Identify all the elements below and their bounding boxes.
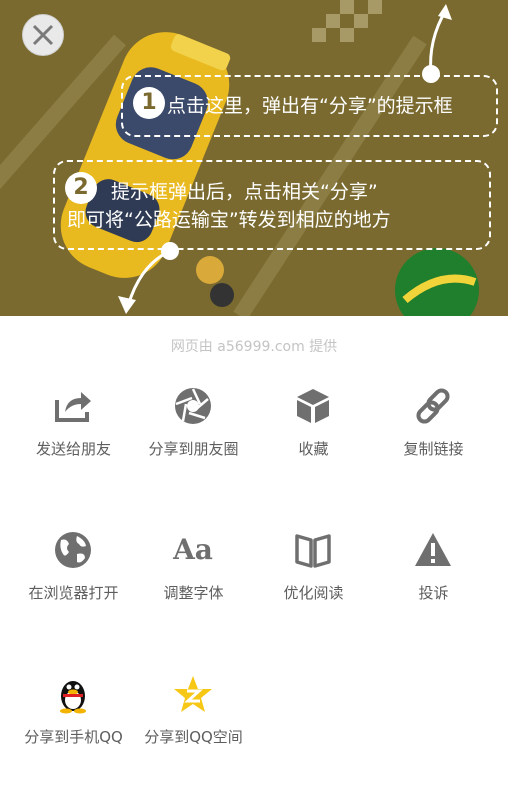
link-icon bbox=[416, 388, 450, 424]
share-moments-label: 分享到朋友圈 bbox=[148, 440, 239, 458]
qzone-star-icon bbox=[174, 676, 212, 712]
adjust-font-label: 调整字体 bbox=[163, 584, 224, 602]
share-mobile-qq-button[interactable]: 分享到手机QQ bbox=[10, 674, 137, 784]
tutorial-overlay: 1 点击这里，弹出有“分享”的提示框 2 提示框弹出后，点击相关“分享” 即可将… bbox=[0, 0, 508, 316]
warning-icon bbox=[415, 533, 451, 566]
globe-icon bbox=[55, 532, 91, 568]
send-to-friend-label: 发送给朋友 bbox=[35, 440, 111, 458]
open-in-browser-button[interactable]: 在浏览器打开 bbox=[10, 530, 137, 640]
font-icon: Aa bbox=[173, 533, 213, 566]
share-mobile-qq-label: 分享到手机QQ bbox=[24, 728, 123, 746]
copy-link-button[interactable]: 复制链接 bbox=[370, 386, 497, 496]
cube-icon bbox=[297, 389, 329, 423]
share-qzone-button[interactable]: 分享到QQ空间 bbox=[130, 674, 257, 784]
favorite-label: 收藏 bbox=[298, 440, 329, 458]
tip-text-2: 提示框弹出后，点击相关“分享” 即可将“公路运输宝”转发到相应的地方 bbox=[67, 178, 391, 234]
tip-text-1: 点击这里，弹出有“分享”的提示框 bbox=[167, 95, 453, 117]
open-in-browser-label: 在浏览器打开 bbox=[28, 584, 119, 602]
optimize-reading-button[interactable]: 优化阅读 bbox=[250, 530, 377, 640]
adjust-font-button[interactable]: Aa 调整字体 bbox=[130, 530, 257, 640]
copy-link-label: 复制链接 bbox=[403, 440, 464, 458]
tip-box-2: 2 提示框弹出后，点击相关“分享” 即可将“公路运输宝”转发到相应的地方 bbox=[53, 160, 491, 250]
share-sheet: 网页由 a56999.com 提供 发送给朋友 分享到朋友圈 收藏 复制链接 在… bbox=[0, 316, 508, 800]
step-number-1: 1 bbox=[133, 87, 165, 119]
report-button[interactable]: 投诉 bbox=[370, 530, 497, 640]
report-label: 投诉 bbox=[418, 584, 449, 602]
close-icon bbox=[32, 24, 54, 46]
tip-text-2-line2: 即可将“公路运输宝”转发到相应的地方 bbox=[67, 209, 391, 231]
step-number-2: 2 bbox=[65, 172, 97, 204]
share-qzone-label: 分享到QQ空间 bbox=[144, 728, 243, 746]
close-button[interactable] bbox=[22, 14, 64, 56]
taxi-illustration bbox=[60, 32, 231, 278]
qq-penguin-icon bbox=[60, 681, 86, 714]
optimize-reading-label: 优化阅读 bbox=[283, 584, 344, 602]
tip-box-1: 1 点击这里，弹出有“分享”的提示框 bbox=[121, 75, 498, 137]
share-arrow-icon bbox=[55, 392, 91, 422]
send-to-friend-button[interactable]: 发送给朋友 bbox=[10, 386, 137, 496]
book-icon bbox=[295, 534, 331, 568]
page-credit: 网页由 a56999.com 提供 bbox=[170, 339, 338, 355]
background-illustration bbox=[0, 0, 479, 316]
aperture-icon bbox=[175, 388, 211, 424]
favorite-button[interactable]: 收藏 bbox=[250, 386, 377, 496]
share-moments-button[interactable]: 分享到朋友圈 bbox=[130, 386, 257, 496]
tip-text-2-line1: 提示框弹出后，点击相关“分享” bbox=[111, 181, 378, 203]
